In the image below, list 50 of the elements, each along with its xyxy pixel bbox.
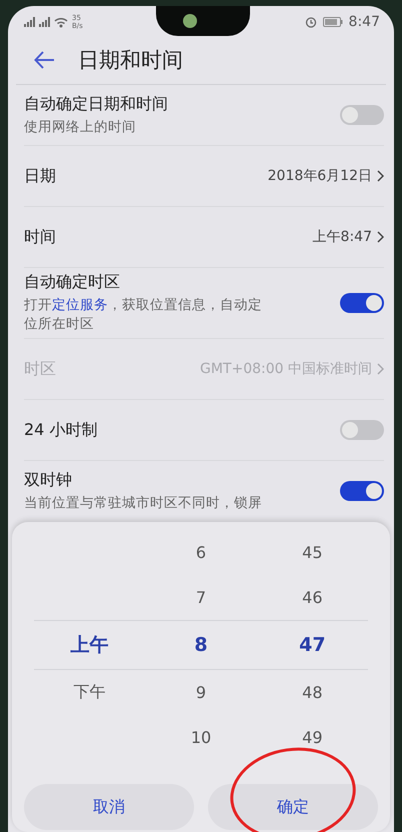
- picker-option[interactable]: 47: [256, 620, 368, 670]
- setting-row[interactable]: 自动确定时区 打开定位服务，获取位置信息，自动定位所在时区: [24, 268, 384, 338]
- setting-row[interactable]: 时间 上午8:47: [24, 207, 384, 267]
- setting-label: 自动确定时区: [24, 272, 121, 293]
- setting-value: GMT+08:00 中国标准时间: [200, 360, 372, 378]
- picker-option[interactable]: 下午: [34, 670, 146, 715]
- setting-label: 双时钟: [24, 470, 73, 490]
- setting-value: 上午8:47: [312, 228, 372, 246]
- picker-option[interactable]: 49: [256, 715, 368, 760]
- picker-option[interactable]: 7: [145, 575, 257, 620]
- picker-option[interactable]: 46: [256, 575, 368, 620]
- setting-row[interactable]: 自动确定日期和时间 使用网络上的时间: [24, 85, 384, 145]
- picker-option[interactable]: 9: [145, 670, 257, 715]
- picker-option[interactable]: 48: [256, 670, 368, 715]
- setting-value: 2018年6月12日: [268, 167, 372, 185]
- location-service-link[interactable]: 定位服务: [52, 297, 108, 313]
- alarm-icon: [304, 16, 317, 28]
- picker-option[interactable]: 10: [145, 715, 257, 760]
- setting-description: 打开定位服务，获取位置信息，自动定位所在时区: [24, 296, 263, 334]
- chevron-right-icon: [377, 363, 384, 375]
- setting-label: 自动确定日期和时间: [24, 94, 169, 114]
- setting-label: 日期: [24, 166, 57, 186]
- page-title: 日期和时间: [78, 47, 183, 74]
- setting-description: 使用网络上的时间: [24, 118, 137, 136]
- setting-row[interactable]: 24 小时制: [24, 400, 384, 460]
- toggle-switch[interactable]: [340, 293, 384, 313]
- toggle-switch[interactable]: [340, 105, 384, 125]
- confirm-button[interactable]: 确定: [208, 784, 378, 830]
- chevron-right-icon: [377, 170, 384, 182]
- signal-icon: [24, 17, 35, 27]
- setting-label: 时区: [24, 358, 57, 380]
- status-time: 8:47: [348, 14, 380, 30]
- chevron-right-icon: [377, 231, 384, 243]
- battery-icon: [322, 17, 343, 27]
- setting-label: 24 小时制: [24, 420, 98, 440]
- setting-row[interactable]: 日期 2018年6月12日: [24, 146, 384, 206]
- picker-option[interactable]: 6: [145, 530, 257, 575]
- back-arrow-icon: [34, 50, 56, 70]
- cancel-button[interactable]: 取消: [24, 784, 194, 830]
- picker-option[interactable]: 8: [145, 620, 257, 670]
- setting-row[interactable]: 双时钟 当前位置与常驻城市时区不同时，锁屏: [24, 461, 384, 521]
- wifi-icon: [54, 16, 68, 28]
- setting-label: 时间: [24, 226, 57, 248]
- camera-lens: [182, 14, 197, 28]
- picker-option[interactable]: 上午: [34, 620, 146, 670]
- toggle-switch[interactable]: [340, 420, 384, 440]
- picker-option[interactable]: 45: [256, 530, 368, 575]
- signal-icon: [39, 17, 50, 27]
- toggle-switch[interactable]: [340, 481, 384, 501]
- setting-description: 当前位置与常驻城市时区不同时，锁屏: [24, 494, 263, 512]
